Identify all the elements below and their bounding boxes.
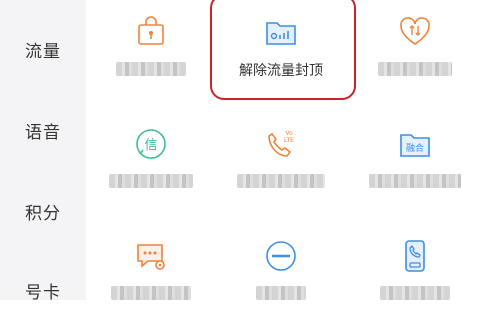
icon-text: 融合 [406, 142, 424, 154]
blurred-label [111, 286, 191, 300]
icon-text: 信 [144, 138, 157, 153]
blurred-label [256, 286, 306, 300]
category-sidebar: 流量 语音 积分 号卡 [0, 0, 86, 303]
service-grid: 解除流量封顶 信 Vo LTE 融合 [86, 0, 480, 300]
svg-text:LTE: LTE [284, 137, 294, 144]
blurred-label [380, 286, 450, 300]
blurred-label [378, 62, 452, 76]
grid-item-message-settings[interactable] [86, 224, 216, 320]
lock-briefcase-icon [138, 16, 164, 45]
blurred-label [116, 62, 186, 76]
phone-card-icon [405, 240, 425, 272]
grid-item-minus[interactable] [216, 224, 346, 320]
blurred-label [109, 174, 193, 188]
message-gear-icon [137, 244, 165, 270]
grid-item-remove-traffic-cap[interactable]: 解除流量封顶 [216, 0, 346, 96]
grid-item-label: 解除流量封顶 [239, 63, 323, 79]
grid-item-heart[interactable] [350, 0, 480, 96]
grid-item-message[interactable]: 信 [86, 112, 216, 208]
data-folder-icon [266, 22, 296, 45]
blurred-label [369, 174, 461, 188]
sidebar-item-number-card[interactable]: 号卡 [0, 278, 86, 303]
sidebar-item-traffic[interactable]: 流量 [0, 37, 86, 62]
sidebar-item-voice[interactable]: 语音 [0, 118, 86, 143]
svg-text:Vo: Vo [285, 130, 293, 137]
grid-item-lock[interactable] [86, 0, 216, 96]
grid-item-ronghe[interactable]: 融合 [350, 112, 480, 208]
blurred-label [237, 174, 325, 188]
grid-item-volte[interactable]: Vo LTE [216, 112, 346, 208]
ronghe-folder-icon: 融合 [400, 134, 430, 157]
sidebar-item-points[interactable]: 积分 [0, 199, 86, 224]
xin-message-icon: 信 [136, 129, 166, 159]
minus-circle-icon [266, 241, 296, 271]
volte-phone-icon: Vo LTE [268, 130, 294, 157]
grid-item-phone-card[interactable] [350, 224, 480, 320]
heart-data-icon [400, 17, 430, 45]
